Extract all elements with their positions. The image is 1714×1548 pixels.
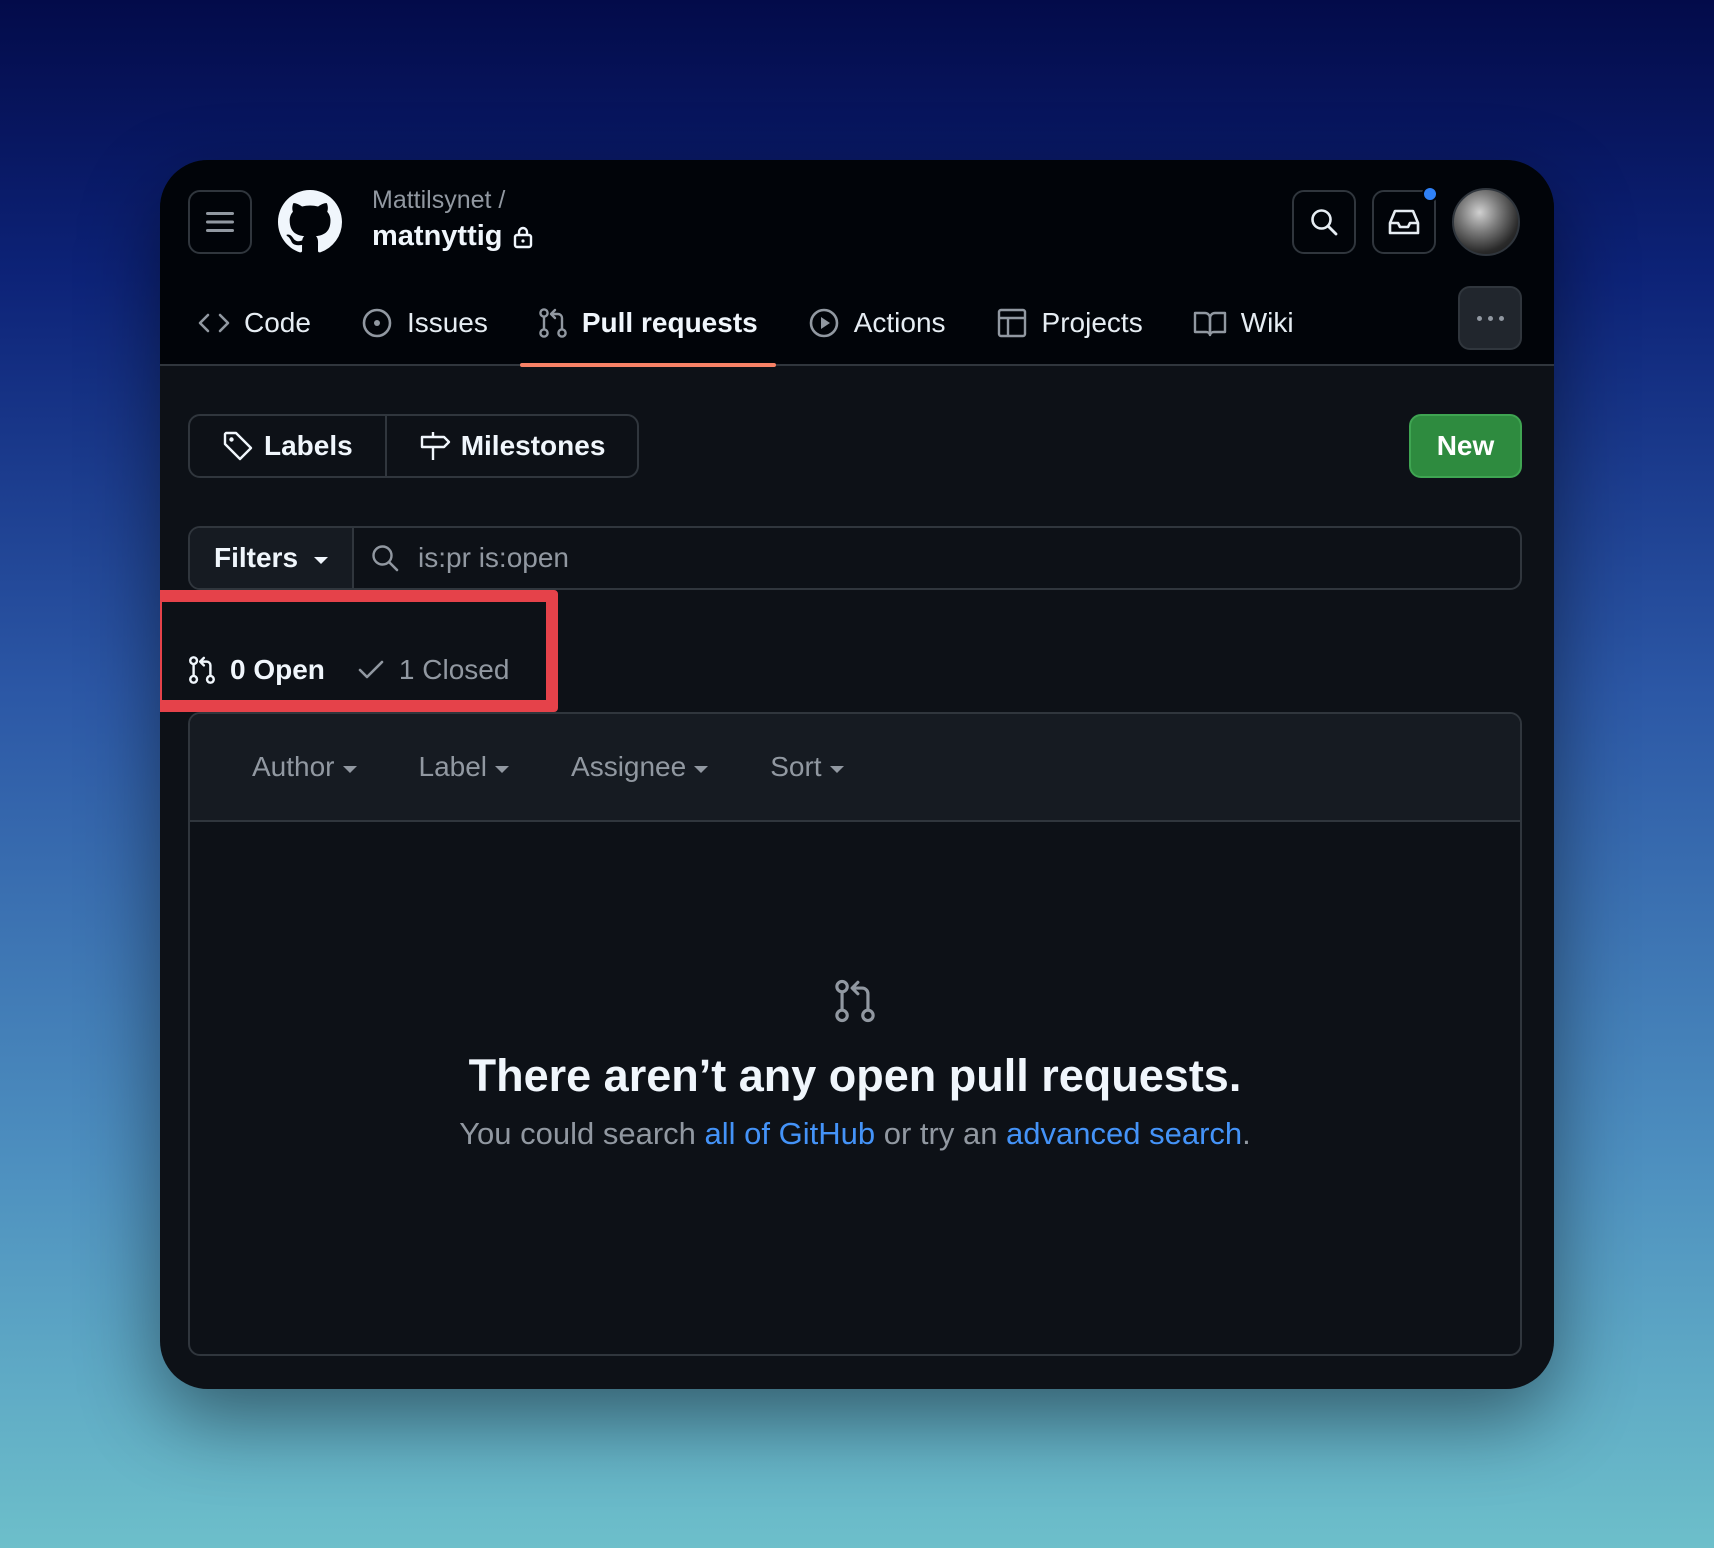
inbox-button[interactable]: [1372, 186, 1438, 254]
repo-owner-link[interactable]: Mattilsynet /: [372, 186, 505, 215]
tag-icon: [223, 431, 253, 461]
tab-code-label: Code: [244, 307, 311, 338]
milestones-button[interactable]: Milestones: [384, 416, 638, 476]
tab-pull-requests[interactable]: Pull requests: [519, 291, 776, 367]
filters-dropdown[interactable]: Filters: [190, 528, 355, 588]
labels-button[interactable]: Labels: [190, 416, 385, 476]
milestone-icon: [420, 432, 450, 460]
sort-dropdown[interactable]: Sort: [770, 751, 844, 783]
play-icon: [809, 308, 839, 338]
app-window: Mattilsynet / matnyttig Code Issues Pull…: [160, 160, 1554, 1389]
blankslate-description: You could search all of GitHub or try an…: [459, 1116, 1251, 1152]
label-label: Label: [418, 751, 488, 782]
repo-name-link[interactable]: matnyttig: [372, 220, 503, 253]
label-dropdown[interactable]: Label: [419, 751, 510, 783]
assignee-dropdown[interactable]: Assignee: [571, 751, 709, 783]
search-field-wrap: [354, 528, 1520, 588]
repo-nav: Code Issues Pull requests Actions Projec…: [180, 280, 1326, 367]
search-icon: [1311, 209, 1338, 236]
tab-issues-label: Issues: [406, 307, 488, 338]
assignee-label: Assignee: [571, 751, 687, 782]
new-pull-request-button[interactable]: New: [1409, 414, 1522, 478]
git-pull-request-icon: [539, 308, 567, 338]
repo-header: Mattilsynet / matnyttig Code Issues Pull…: [160, 160, 1554, 367]
author-dropdown[interactable]: Author: [252, 751, 357, 783]
search-input[interactable]: [418, 542, 1319, 574]
lock-icon: [513, 226, 532, 248]
chevron-down-icon: [342, 765, 357, 773]
sort-label: Sort: [770, 751, 822, 782]
inbox-icon: [1388, 209, 1420, 235]
tab-actions-label: Actions: [853, 307, 946, 338]
author-label: Author: [252, 751, 335, 782]
book-icon: [1193, 311, 1226, 337]
chevron-down-icon: [694, 765, 709, 773]
chevron-down-icon: [495, 765, 510, 773]
kebab-dot-icon: [1487, 315, 1493, 321]
blankslate-title: There aren’t any open pull requests.: [468, 1050, 1242, 1101]
kebab-dot-icon: [1498, 315, 1504, 321]
desc-middle: or try an: [875, 1116, 1007, 1151]
tab-pull-requests-label: Pull requests: [581, 307, 758, 338]
user-avatar[interactable]: [1452, 188, 1520, 256]
tab-projects[interactable]: Projects: [978, 291, 1161, 355]
notification-dot: [1422, 186, 1438, 202]
table-icon: [997, 308, 1026, 338]
desc-suffix: .: [1242, 1116, 1251, 1151]
tab-code[interactable]: Code: [180, 291, 329, 355]
milestones-button-label: Milestones: [460, 430, 606, 461]
issue-opened-icon: [362, 308, 392, 338]
tab-wiki-label: Wiki: [1240, 307, 1294, 338]
repo-name-row: matnyttig: [372, 220, 533, 253]
filter-bar: Filters: [188, 526, 1522, 590]
more-tabs-button[interactable]: [1458, 286, 1522, 350]
github-logo-icon[interactable]: [278, 190, 342, 254]
tab-wiki[interactable]: Wiki: [1175, 291, 1312, 355]
search-button[interactable]: [1292, 190, 1356, 254]
advanced-search-link[interactable]: advanced search: [1006, 1116, 1242, 1151]
labels-milestones-group: Labels Milestones: [188, 414, 640, 478]
chevron-down-icon: [829, 765, 844, 773]
pr-list-header: Author Label Assignee Sort: [190, 714, 1520, 822]
labels-button-label: Labels: [264, 430, 353, 461]
kebab-dot-icon: [1476, 315, 1482, 321]
annotation-highlight-box: [160, 590, 558, 712]
pr-list-box: Author Label Assignee Sort There aren’t …: [188, 712, 1522, 1356]
git-pull-request-icon: [835, 979, 875, 1023]
filters-label: Filters: [214, 542, 299, 573]
all-of-github-link[interactable]: all of GitHub: [705, 1116, 876, 1151]
code-icon: [198, 313, 230, 333]
hamburger-icon: [206, 212, 234, 232]
tab-actions[interactable]: Actions: [790, 291, 964, 355]
chevron-down-icon: [314, 556, 329, 564]
tab-issues[interactable]: Issues: [343, 291, 506, 355]
tab-projects-label: Projects: [1041, 307, 1143, 338]
menu-button[interactable]: [188, 190, 252, 254]
blankslate: There aren’t any open pull requests. You…: [190, 822, 1520, 1354]
desc-prefix: You could search: [459, 1116, 705, 1151]
search-icon: [372, 545, 399, 572]
